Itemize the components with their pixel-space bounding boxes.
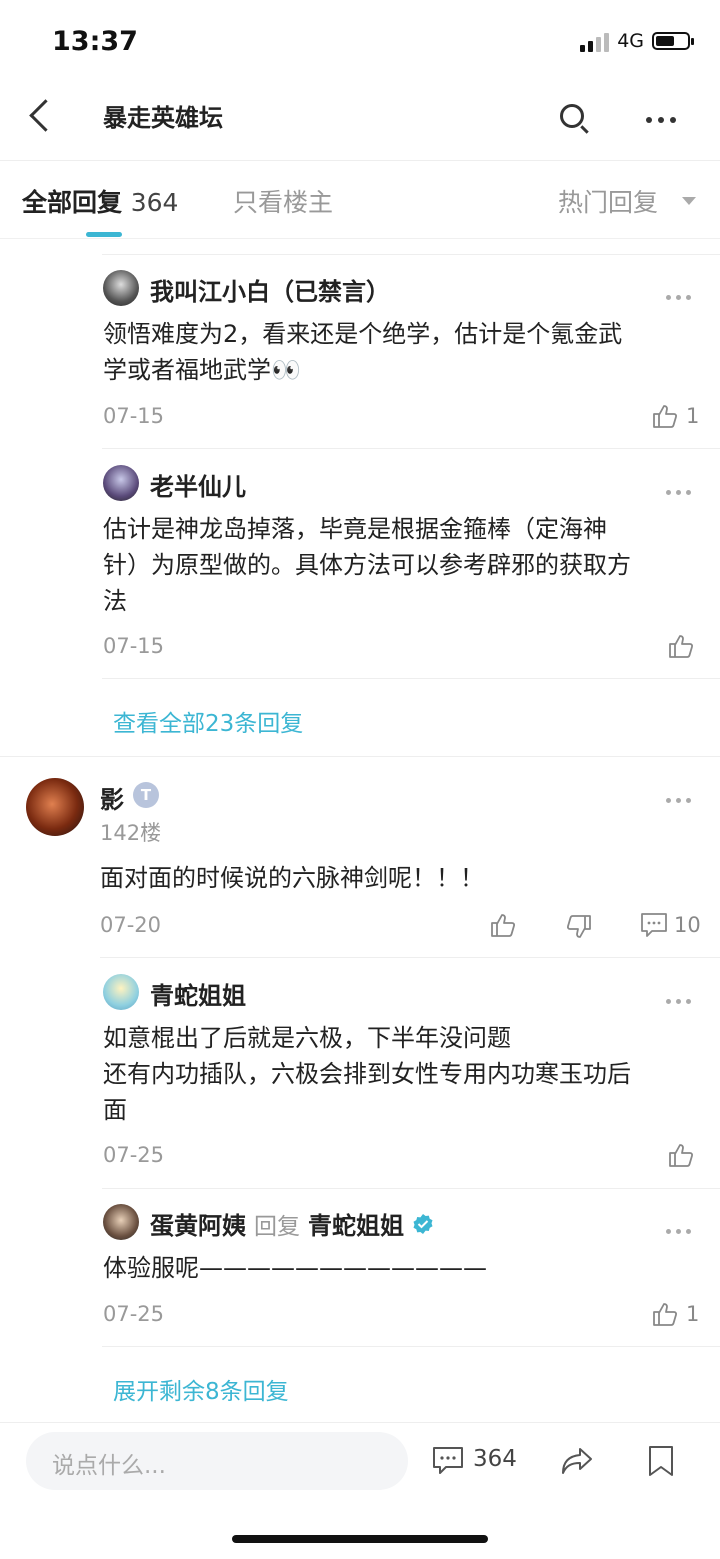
reply-date: 07-15 bbox=[103, 634, 165, 658]
thumbs-up-icon[interactable] bbox=[668, 633, 694, 659]
home-indicator bbox=[232, 1535, 488, 1543]
floor-number: 142楼 bbox=[100, 821, 162, 845]
reply-username[interactable]: 老半仙儿 bbox=[150, 467, 246, 502]
post-date: 07-20 bbox=[100, 913, 162, 937]
like-count: 1 bbox=[686, 1302, 700, 1326]
comment-icon[interactable] bbox=[432, 1446, 464, 1476]
divider bbox=[102, 254, 720, 255]
more-icon[interactable] bbox=[666, 999, 691, 1004]
reply-label: 回复 bbox=[254, 1213, 300, 1240]
reply-text: 估计是神龙岛掉落，毕竟是根据金箍棒（定海神 针）为原型做的。具体方法可以参考辟邪… bbox=[103, 515, 631, 615]
post-username[interactable]: 影 bbox=[100, 780, 124, 815]
reply-date: 07-15 bbox=[103, 404, 165, 428]
page-title: 暴走英雄坛 bbox=[103, 104, 223, 132]
comment-count: 10 bbox=[674, 913, 701, 937]
like-count: 1 bbox=[686, 404, 700, 428]
status-indicators: 4G bbox=[580, 30, 694, 52]
thumbs-up-icon[interactable] bbox=[490, 912, 516, 938]
reply-to-username[interactable]: 青蛇姐姐 bbox=[308, 1206, 404, 1241]
more-icon[interactable] bbox=[666, 295, 691, 300]
comment-icon[interactable] bbox=[640, 912, 668, 938]
reply-date: 07-25 bbox=[103, 1302, 165, 1326]
search-icon[interactable] bbox=[560, 104, 584, 128]
thumbs-up-icon[interactable] bbox=[652, 1301, 678, 1327]
divider bbox=[102, 1346, 720, 1347]
avatar[interactable] bbox=[26, 778, 84, 836]
network-label: 4G bbox=[617, 30, 644, 52]
thumbs-up-icon[interactable] bbox=[668, 1142, 694, 1168]
more-icon[interactable] bbox=[666, 1229, 691, 1234]
reply-text: 领悟难度为2，看来还是个绝学，估计是个氪金武 学或者福地武学👀 bbox=[103, 320, 623, 384]
reply-text: 体验服呢———————————— bbox=[103, 1254, 487, 1282]
tab-all-label: 全部回复 bbox=[22, 188, 123, 217]
tab-indicator bbox=[86, 232, 122, 237]
tab-all-replies[interactable]: 全部回复 364 bbox=[22, 183, 178, 219]
chevron-down-icon[interactable] bbox=[682, 197, 696, 205]
level-badge: T bbox=[133, 782, 159, 808]
divider bbox=[102, 678, 720, 679]
reply-date: 07-25 bbox=[103, 1143, 165, 1167]
comment-total: 364 bbox=[473, 1446, 517, 1472]
more-icon[interactable] bbox=[666, 490, 691, 495]
reply-text: 如意棍出了后就是六极，下半年没问题 还有内功插队，六极会排到女性专用内功寒玉功后… bbox=[103, 1024, 631, 1124]
divider bbox=[100, 957, 720, 958]
avatar[interactable] bbox=[103, 974, 139, 1010]
comment-input-placeholder: 说点什么... bbox=[52, 1453, 166, 1479]
battery-icon bbox=[652, 32, 694, 50]
reply-username[interactable]: 我叫江小白（已禁言） bbox=[150, 272, 390, 307]
divider bbox=[102, 1188, 720, 1189]
avatar[interactable] bbox=[103, 465, 139, 501]
avatar[interactable] bbox=[103, 270, 139, 306]
status-time: 13:37 bbox=[52, 26, 138, 57]
expand-replies-link[interactable]: 展开剩余8条回复 bbox=[113, 1372, 289, 1406]
reply-header: 蛋黄阿姨 回复 青蛇姐姐 bbox=[150, 1206, 434, 1241]
bookmark-icon[interactable] bbox=[647, 1445, 675, 1477]
section-divider bbox=[0, 756, 720, 757]
view-all-replies-link[interactable]: 查看全部23条回复 bbox=[113, 704, 303, 738]
reply-username[interactable]: 青蛇姐姐 bbox=[150, 976, 246, 1011]
thumbs-down-icon[interactable] bbox=[566, 914, 592, 940]
tab-all-count: 364 bbox=[130, 188, 179, 217]
sort-dropdown[interactable]: 热门回复 bbox=[558, 183, 658, 219]
more-icon[interactable] bbox=[666, 798, 691, 803]
post-text: 面对面的时候说的六脉神剑呢！！！ bbox=[100, 864, 484, 892]
tab-op-only[interactable]: 只看楼主 bbox=[233, 183, 333, 219]
verified-icon bbox=[413, 1213, 433, 1234]
thumbs-up-icon[interactable] bbox=[652, 403, 678, 429]
signal-icon bbox=[580, 30, 610, 52]
share-icon[interactable] bbox=[560, 1446, 594, 1476]
reply-username[interactable]: 蛋黄阿姨 bbox=[150, 1206, 246, 1241]
avatar[interactable] bbox=[103, 1204, 139, 1240]
divider bbox=[102, 448, 720, 449]
more-icon[interactable] bbox=[646, 117, 676, 123]
